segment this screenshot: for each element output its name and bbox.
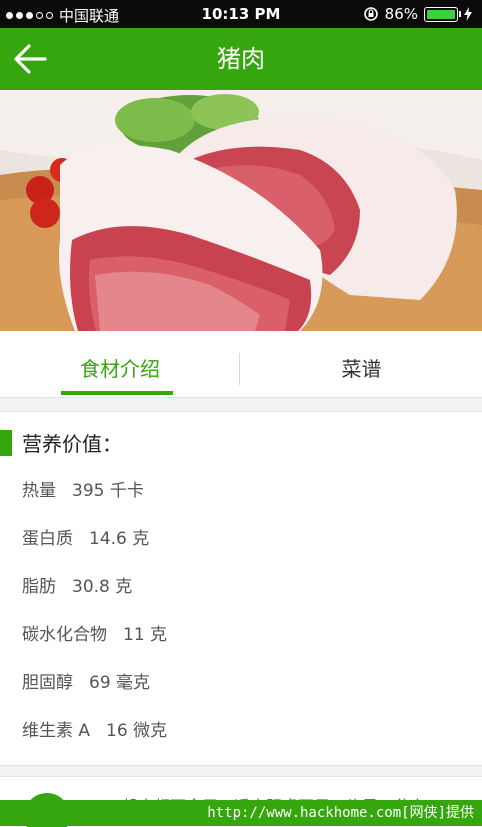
nutrient-row: 脂肪 30.8 克: [22, 572, 132, 597]
nutrient-row: 碳水化合物 11 克: [22, 620, 167, 645]
status-bar: 中国联通 10:13 PM 86%: [0, 0, 482, 28]
section-marker: [0, 430, 12, 456]
nutrient-name: 蛋白质: [22, 529, 73, 549]
nutrient-name: 胆固醇: [22, 673, 73, 693]
status-right-group: 86%: [363, 5, 472, 23]
battery-percent: 86%: [384, 5, 418, 23]
tab-ingredient-intro[interactable]: 食材介绍: [0, 331, 240, 397]
nutrient-value: 69 毫克: [89, 673, 151, 693]
nutrient-name: 碳水化合物: [22, 625, 107, 645]
nutrition-card: 营养价值： 热量 395 千卡 蛋白质 14.6 克 脂肪 30.8 克 碳水化合物 1…: [0, 411, 482, 766]
hero-image: [0, 90, 482, 331]
active-tab-indicator: [61, 391, 173, 395]
bolt-icon: [464, 7, 472, 21]
raw-pork-photo: [0, 90, 482, 331]
nutrient-value: 11 克: [123, 625, 168, 645]
nutrient-value: 16 微克: [106, 721, 168, 741]
tab-recipes[interactable]: 菜谱: [241, 331, 482, 397]
nutrient-name: 热量: [22, 481, 56, 501]
nutrient-value: 14.6 克: [89, 529, 150, 549]
nutrient-row: 胆固醇 69 毫克: [22, 668, 150, 693]
tab-divider: [239, 353, 240, 385]
nutrient-row: 蛋白质 14.6 克: [22, 524, 149, 549]
nutrient-row: 热量 395 千卡: [22, 476, 144, 501]
nav-bar: 猪肉: [0, 28, 482, 90]
nutrition-title: 营养价值：: [22, 432, 122, 456]
nutrient-value: 395 千卡: [72, 481, 144, 501]
nutrient-name: 维生素 A: [22, 721, 91, 741]
page-title: 猪肉: [217, 45, 265, 73]
battery-icon: [424, 6, 461, 22]
tab-bar: 食材介绍 菜谱: [0, 331, 482, 398]
watermark-banner: http://www.hackhome.com[网侠]提供: [0, 800, 482, 826]
nutrient-name: 脂肪: [22, 577, 56, 597]
nutrient-row: 维生素 A 16 微克: [22, 716, 167, 741]
nutrient-value: 30.8 克: [72, 577, 133, 597]
rotation-lock-icon: [363, 7, 378, 21]
